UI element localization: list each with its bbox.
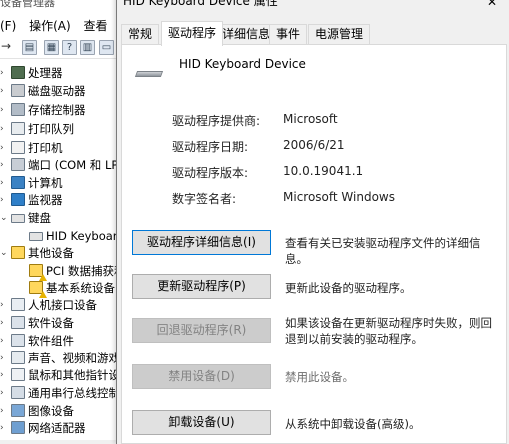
cpu-icon (11, 66, 25, 79)
driver-date-value: 2006/6/21 (283, 138, 345, 152)
tab-events[interactable]: 事件 (269, 24, 308, 45)
menu-file[interactable]: (F) (0, 16, 16, 36)
disk-icon (11, 84, 25, 97)
uninstall-device-description: 从系统中卸载设备(高级)。 (285, 417, 421, 431)
driver-provider-value: Microsoft (283, 112, 338, 126)
hid-icon (11, 298, 25, 311)
tab-power-management[interactable]: 电源管理 (308, 24, 371, 45)
other-devices-icon (11, 246, 25, 259)
driver-details-description: 查看有关已安装驱动程序文件的详细信息。 (285, 236, 481, 266)
tree-item-label: 网络适配器 (28, 421, 86, 435)
view-details-icon[interactable]: ▥ (80, 40, 95, 55)
driver-provider-label: 驱动程序提供商: (172, 114, 261, 128)
computer-icon (11, 176, 25, 189)
toolbar: → ▤ ▦ ? ▥ ▭ (0, 37, 116, 59)
driver-version-value: 10.0.19041.1 (283, 164, 364, 178)
roll-back-driver-button: 回退驱动程序(R) (132, 318, 271, 343)
collapse-icon[interactable]: ⌄ (0, 207, 8, 229)
unknown-device-icon (29, 281, 47, 298)
usb-icon (11, 386, 25, 399)
monitor-icon (11, 193, 25, 206)
software-device-icon (11, 316, 25, 329)
imaging-icon (11, 404, 25, 417)
menu-action[interactable]: 操作(A) (29, 16, 71, 36)
keyboard-icon (29, 232, 43, 241)
audio-icon (11, 351, 25, 364)
update-driver-button[interactable]: 更新驱动程序(P) (132, 274, 271, 299)
tab-details[interactable]: 详细信息 (215, 24, 278, 45)
digital-signer-value: Microsoft Windows (283, 190, 395, 204)
tab-driver[interactable]: 驱动程序 (161, 21, 224, 46)
help-icon[interactable]: ? (62, 40, 77, 55)
update-driver-description: 更新此设备的驱动程序。 (285, 281, 412, 295)
uninstall-device-button[interactable]: 卸载设备(U) (132, 410, 271, 435)
digital-signer-label: 数字签名者: (172, 192, 237, 206)
roll-back-driver-description: 如果该设备在更新驱动程序时失败，则回退到以前安装的驱动程序。 (285, 316, 492, 346)
keyboard-icon (11, 214, 25, 223)
printer-icon (11, 141, 25, 154)
device-properties-dialog: HID Keyboard Device 属性 ✕ 常规 驱动程序 详细信息 事件… (116, 0, 509, 444)
print-queue-icon (11, 122, 25, 135)
storage-controller-icon (11, 103, 25, 116)
monitor-icon[interactable]: ▭ (99, 40, 114, 55)
disable-device-button: 禁用设备(D) (132, 364, 271, 389)
menu-view[interactable]: 查看 (84, 16, 108, 36)
tab-bar: 常规 驱动程序 详细信息 事件 电源管理 (117, 20, 509, 46)
driver-version-label: 驱动程序版本: (172, 166, 249, 180)
collapse-icon[interactable]: ⌄ (0, 242, 8, 264)
device-manager-window: 设备管理器 (F) 操作(A) 查看 → ▤ ▦ ? ▥ ▭ › 处理器 › 磁… (0, 0, 116, 440)
menu-bar: (F) 操作(A) 查看 (0, 16, 116, 36)
device-manager-title: 设备管理器 (0, 0, 55, 9)
driver-date-label: 驱动程序日期: (172, 140, 249, 154)
dialog-title: HID Keyboard Device 属性 (123, 0, 278, 8)
device-name: HID Keyboard Device (179, 57, 306, 71)
network-icon (11, 421, 25, 434)
unknown-device-icon (29, 264, 47, 281)
tab-general[interactable]: 常规 (121, 24, 160, 45)
expand-icon[interactable]: › (0, 417, 8, 439)
driver-tab-panel: HID Keyboard Device 驱动程序提供商: Microsoft 驱… (121, 44, 507, 444)
keyboard-icon (134, 71, 164, 77)
driver-details-button[interactable]: 驱动程序详细信息(I) (132, 230, 271, 255)
disable-device-description: 禁用此设备。 (285, 370, 354, 384)
properties-icon[interactable]: ▤ (22, 40, 37, 55)
list-view-icon[interactable]: ▦ (44, 40, 59, 55)
software-component-icon (11, 334, 25, 347)
port-icon (11, 158, 25, 171)
forward-arrow-icon[interactable]: → (1, 39, 11, 53)
close-icon[interactable]: ✕ (483, 0, 501, 8)
mouse-icon (11, 368, 25, 381)
